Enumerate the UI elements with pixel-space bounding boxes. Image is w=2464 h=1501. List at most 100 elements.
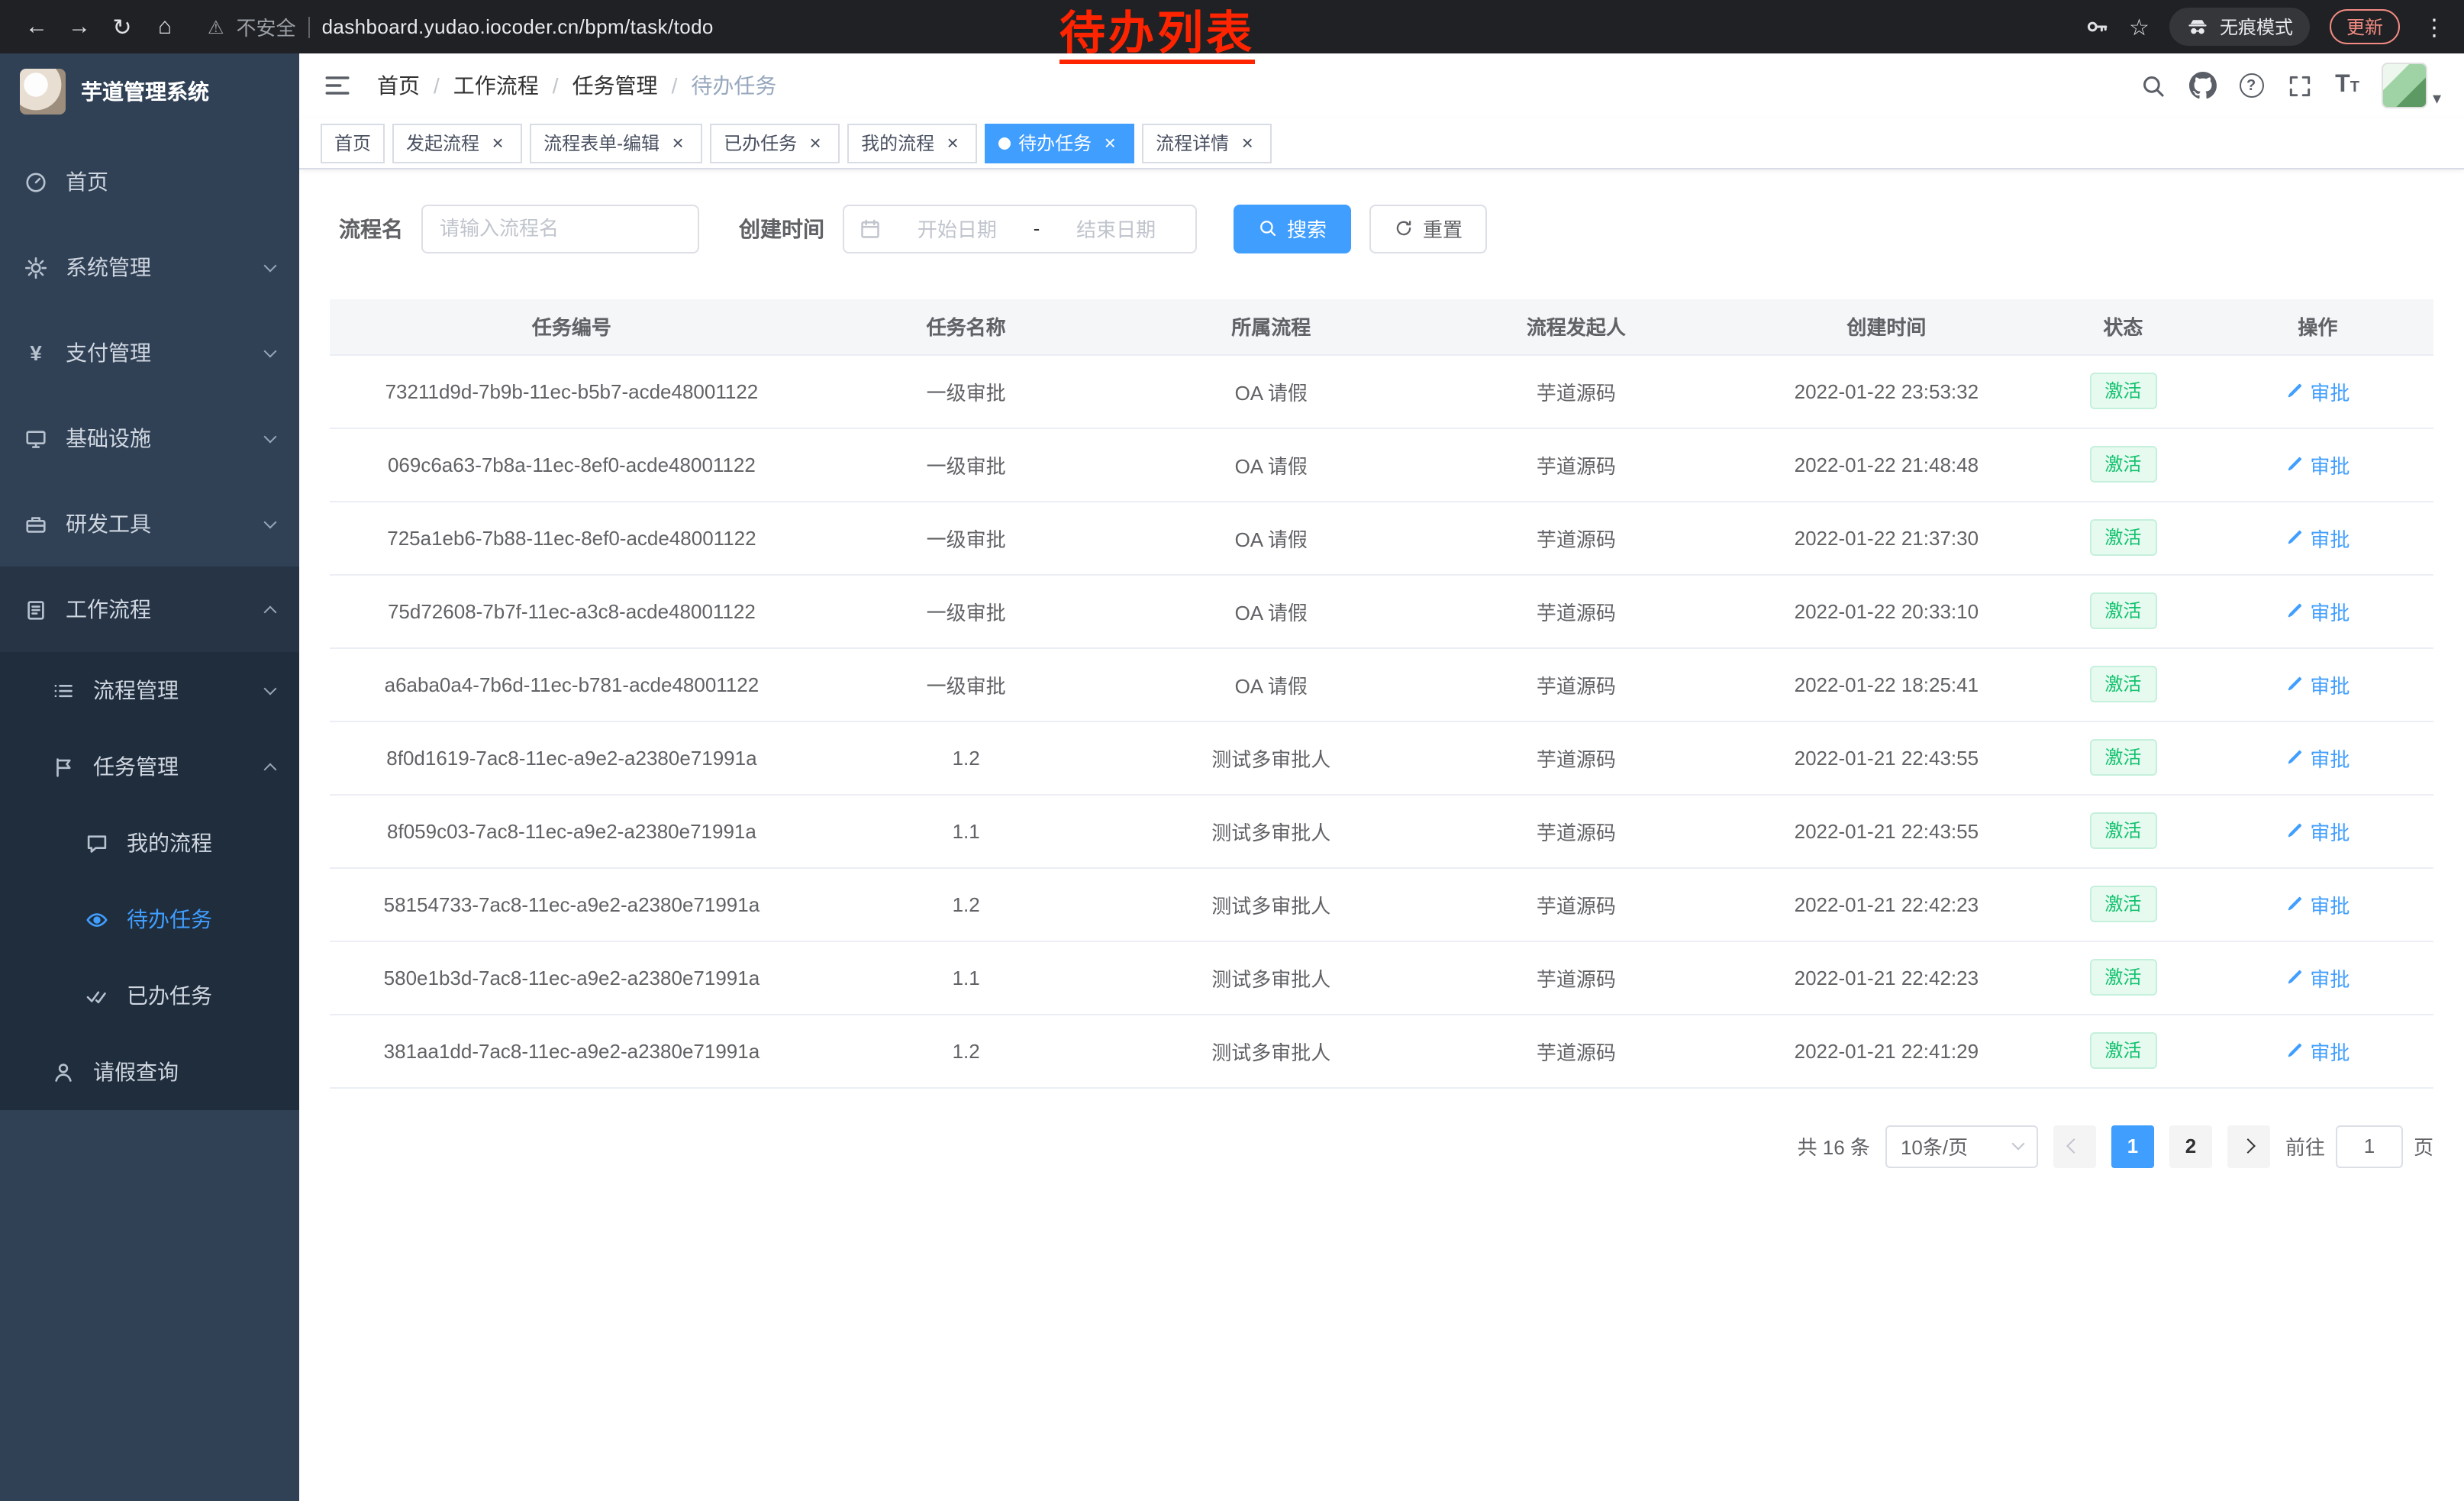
browser-update-button[interactable]: 更新 bbox=[2330, 9, 2400, 44]
double-check-icon bbox=[85, 984, 108, 1007]
cell-action: 审批 bbox=[2202, 867, 2433, 941]
approve-link[interactable]: 审批 bbox=[2285, 596, 2350, 625]
tab-close-icon[interactable]: × bbox=[942, 132, 963, 153]
process-name-label: 流程名 bbox=[339, 213, 403, 244]
approve-link[interactable]: 审批 bbox=[2285, 523, 2350, 552]
status-badge: 激活 bbox=[2089, 592, 2156, 630]
chevron-down-icon bbox=[264, 344, 277, 357]
update-label: 更新 bbox=[2346, 17, 2383, 38]
cell-created: 2022-01-21 22:43:55 bbox=[1729, 794, 2044, 867]
status-badge: 激活 bbox=[2089, 445, 2156, 483]
next-page-button[interactable] bbox=[2227, 1125, 2270, 1167]
navbar-actions: ▾ bbox=[2140, 63, 2441, 108]
tab[interactable]: 流程详情 × bbox=[1142, 123, 1272, 163]
sidebar-item-process-mgmt[interactable]: 流程管理 bbox=[0, 652, 299, 728]
process-name-input[interactable] bbox=[421, 204, 699, 253]
cell-starter: 芋道源码 bbox=[1424, 354, 1729, 428]
search-icon[interactable] bbox=[2140, 73, 2166, 98]
page-button-1[interactable]: 1 bbox=[2111, 1125, 2154, 1167]
tab-label: 已办任务 bbox=[724, 130, 797, 156]
tab[interactable]: 已办任务 × bbox=[710, 123, 840, 163]
sidebar-item-label: 支付管理 bbox=[66, 337, 151, 368]
browser-home-button[interactable]: ⌂ bbox=[144, 5, 186, 48]
page-size-select[interactable]: 10条/页 bbox=[1885, 1125, 2038, 1167]
page-button-2[interactable]: 2 bbox=[2169, 1125, 2212, 1167]
tab-close-icon[interactable]: × bbox=[1099, 132, 1121, 153]
sidebar-item-workflow[interactable]: 工作流程 bbox=[0, 567, 299, 652]
sidebar-item-payment[interactable]: ¥ 支付管理 bbox=[0, 310, 299, 395]
approve-link[interactable]: 审批 bbox=[2285, 376, 2350, 405]
avatar bbox=[2382, 63, 2428, 108]
tab[interactable]: 待办任务 × bbox=[985, 123, 1134, 163]
cell-action: 审批 bbox=[2202, 941, 2433, 1014]
prev-page-button[interactable] bbox=[2053, 1125, 2096, 1167]
date-range-picker[interactable]: 开始日期 - 结束日期 bbox=[843, 204, 1197, 253]
sidebar-item-devtools[interactable]: 研发工具 bbox=[0, 481, 299, 567]
sidebar-item-leave-query[interactable]: 请假查询 bbox=[0, 1034, 299, 1110]
approve-link[interactable]: 审批 bbox=[2285, 1036, 2350, 1065]
approve-link[interactable]: 审批 bbox=[2285, 450, 2350, 479]
approve-link[interactable]: 审批 bbox=[2285, 963, 2350, 992]
github-icon[interactable] bbox=[2188, 72, 2216, 99]
approve-label: 审批 bbox=[2310, 889, 2350, 918]
breadcrumb-home[interactable]: 首页 bbox=[377, 70, 420, 101]
breadcrumb-workflow[interactable]: 工作流程 bbox=[420, 70, 539, 101]
cell-created: 2022-01-22 21:48:48 bbox=[1729, 428, 2044, 501]
approve-link[interactable]: 审批 bbox=[2285, 670, 2350, 699]
approve-link[interactable]: 审批 bbox=[2285, 816, 2350, 845]
col-status: 状态 bbox=[2044, 299, 2202, 354]
tab[interactable]: 发起流程 × bbox=[392, 123, 522, 163]
sidebar-item-task-mgmt[interactable]: 任务管理 bbox=[0, 728, 299, 805]
chevron-down-icon bbox=[264, 515, 277, 528]
col-starter: 流程发起人 bbox=[1424, 299, 1729, 354]
password-key-icon[interactable] bbox=[2083, 14, 2109, 40]
sidebar-item-infra[interactable]: 基础设施 bbox=[0, 395, 299, 481]
cell-created: 2022-01-22 23:53:32 bbox=[1729, 354, 2044, 428]
cell-task-id: 725a1eb6-7b88-11ec-8ef0-acde48001122 bbox=[330, 501, 814, 574]
sidebar-collapse-icon[interactable] bbox=[322, 70, 353, 101]
tab-close-icon[interactable]: × bbox=[1237, 132, 1258, 153]
cell-status: 激活 bbox=[2044, 647, 2202, 721]
browser-reload-button[interactable]: ↻ bbox=[101, 5, 144, 48]
help-icon[interactable] bbox=[2239, 73, 2263, 98]
sidebar-item-done-tasks[interactable]: 已办任务 bbox=[0, 957, 299, 1034]
reset-button[interactable]: 重置 bbox=[1369, 204, 1487, 253]
sidebar-item-home[interactable]: 首页 bbox=[0, 139, 299, 224]
tab[interactable]: 我的流程 × bbox=[847, 123, 977, 163]
cell-starter: 芋道源码 bbox=[1424, 428, 1729, 501]
address-bar[interactable]: ⚠ 不安全 dashboard.yudao.iocoder.cn/bpm/tas… bbox=[208, 12, 714, 41]
fullscreen-icon[interactable] bbox=[2286, 73, 2312, 98]
tab[interactable]: 流程表单-编辑 × bbox=[530, 123, 702, 163]
sidebar-item-todo-tasks[interactable]: 待办任务 bbox=[0, 881, 299, 957]
tab-label: 待办任务 bbox=[1018, 130, 1092, 156]
approve-link[interactable]: 审批 bbox=[2285, 743, 2350, 772]
sidebar-item-system[interactable]: 系统管理 bbox=[0, 224, 299, 310]
app-logo[interactable]: 芋道管理系统 bbox=[0, 53, 299, 130]
cell-task-name: 一级审批 bbox=[814, 574, 1119, 647]
breadcrumb-task-mgmt[interactable]: 任务管理 bbox=[539, 70, 658, 101]
incognito-icon bbox=[2186, 15, 2209, 38]
search-button[interactable]: 搜索 bbox=[1234, 204, 1351, 253]
table-row: 75d72608-7b7f-11ec-a3c8-acde48001122 一级审… bbox=[330, 574, 2433, 647]
sidebar-item-label: 待办任务 bbox=[127, 904, 212, 934]
tab-close-icon[interactable]: × bbox=[805, 132, 826, 153]
approve-label: 审批 bbox=[2310, 376, 2350, 405]
bookmark-star-icon[interactable]: ☆ bbox=[2129, 13, 2150, 40]
sidebar-item-label: 首页 bbox=[66, 166, 108, 197]
user-menu[interactable]: ▾ bbox=[2382, 63, 2441, 108]
browser-forward-button[interactable]: → bbox=[58, 5, 101, 48]
col-created: 创建时间 bbox=[1729, 299, 2044, 354]
tab[interactable]: 首页 bbox=[321, 123, 385, 163]
browser-back-button[interactable]: ← bbox=[15, 5, 58, 48]
url-text: dashboard.yudao.iocoder.cn/bpm/task/todo bbox=[322, 15, 714, 38]
goto-page-input[interactable] bbox=[2336, 1125, 2403, 1167]
tab-close-icon[interactable]: × bbox=[487, 132, 508, 153]
font-size-icon[interactable] bbox=[2335, 73, 2359, 98]
browser-menu-icon[interactable]: ⋮ bbox=[2420, 13, 2449, 40]
col-action: 操作 bbox=[2202, 299, 2433, 354]
sidebar-item-my-process[interactable]: 我的流程 bbox=[0, 805, 299, 881]
tab-close-icon[interactable]: × bbox=[667, 132, 689, 153]
sidebar: 芋道管理系统 首页 系统管理 ¥ 支付管理 bbox=[0, 53, 299, 1501]
clipboard-icon bbox=[24, 598, 47, 621]
approve-link[interactable]: 审批 bbox=[2285, 889, 2350, 918]
